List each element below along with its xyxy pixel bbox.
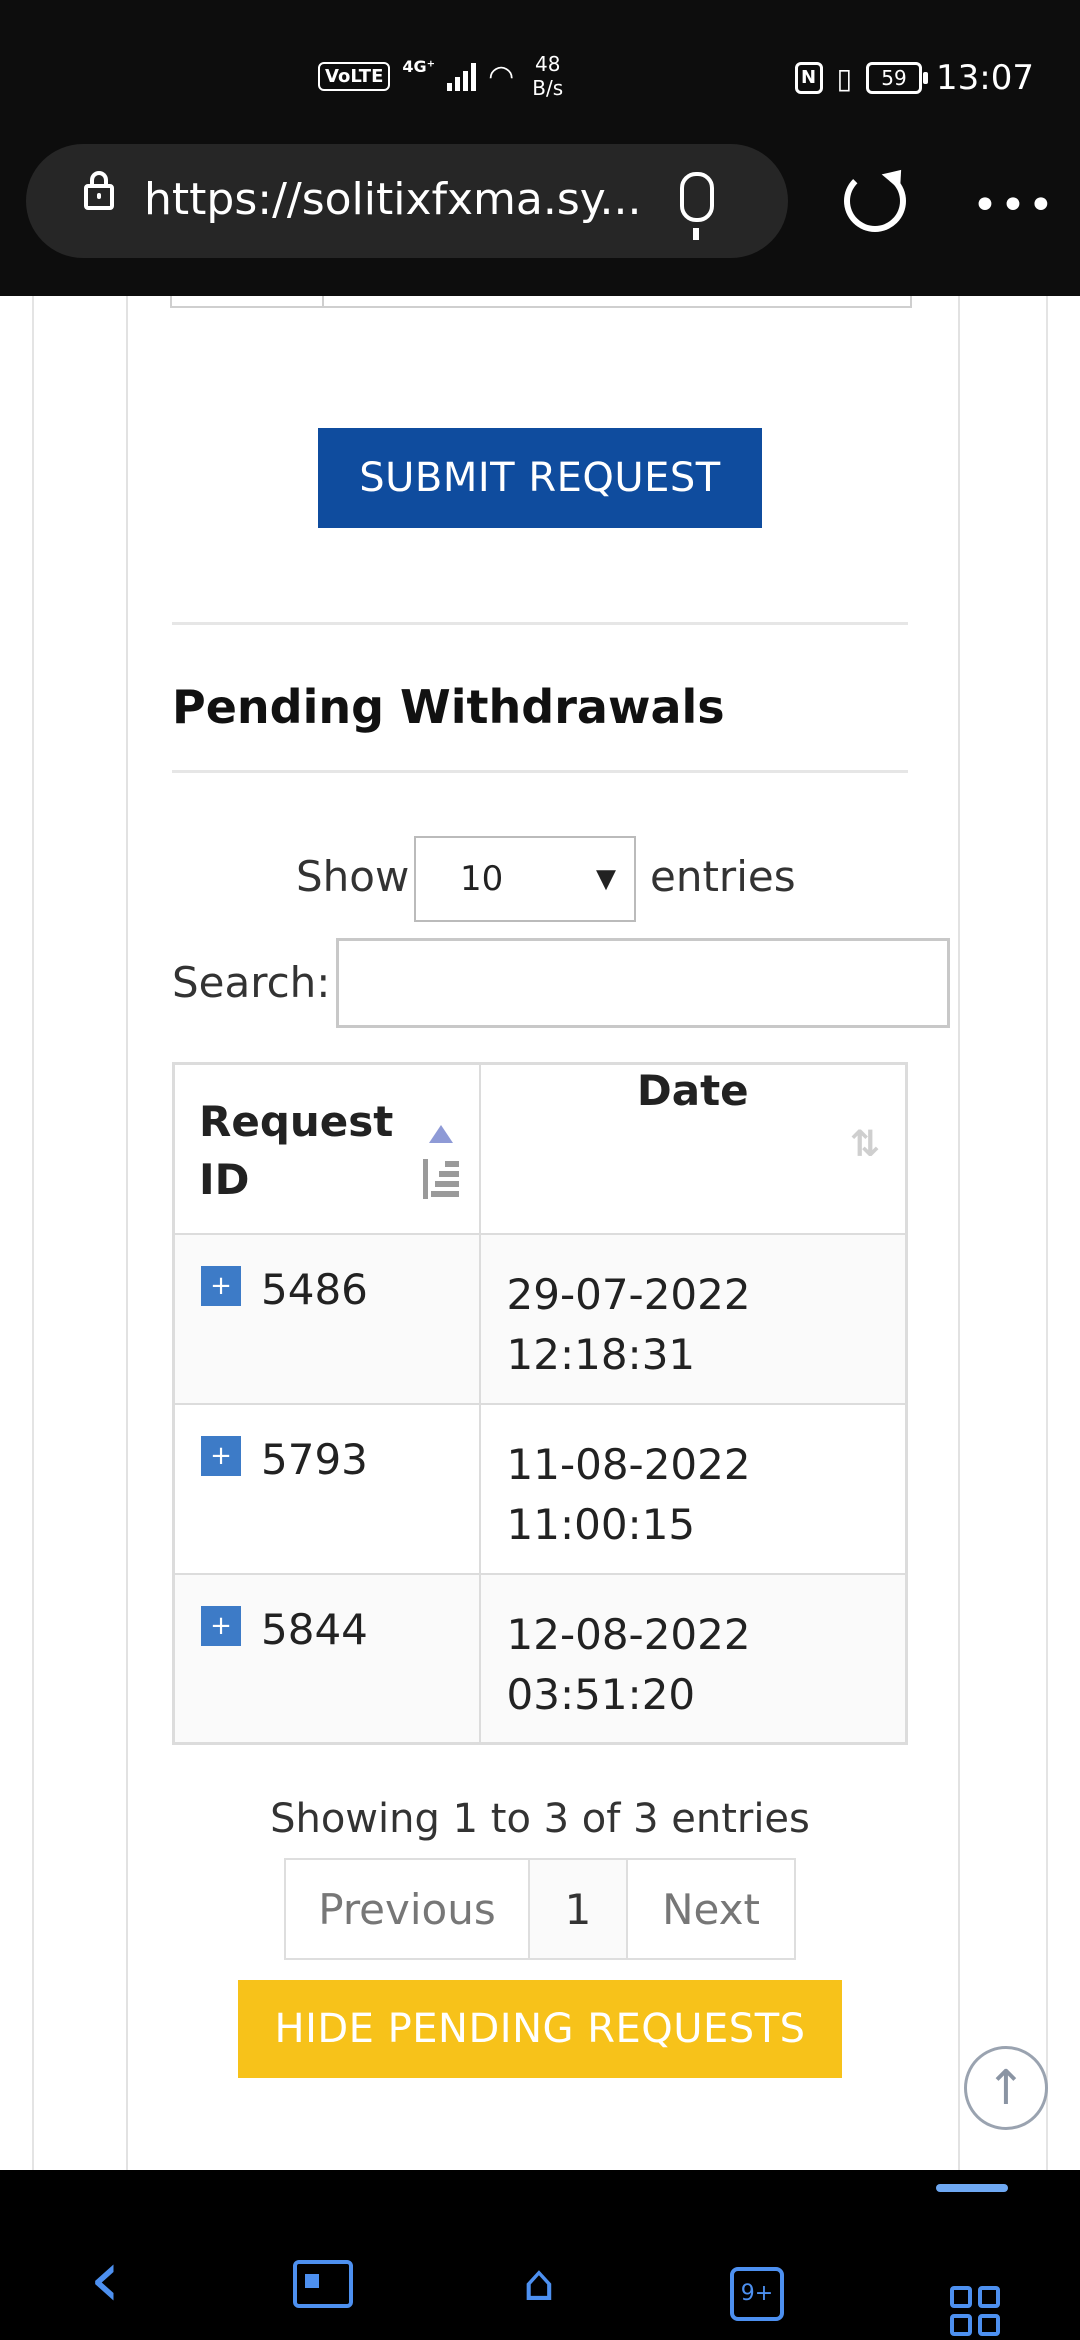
page-1-button[interactable]: 1 (530, 1860, 628, 1958)
table-info: Showing 1 to 3 of 3 entries (270, 1796, 810, 1842)
request-id: 5793 (261, 1434, 368, 1484)
address-bar[interactable]: https://solitixfxma.sy... (26, 144, 788, 258)
active-indicator (936, 2184, 1008, 2192)
date-value: 29-07-2022 (506, 1269, 751, 1319)
page-length-select[interactable]: 10 ▼ (414, 836, 636, 922)
table-header-row: Request ID Date ⇅ (172, 1062, 908, 1235)
network-speed: 48 B/s (532, 52, 563, 100)
scroll-to-top-icon[interactable]: ↑ (964, 2046, 1048, 2130)
mic-icon[interactable] (680, 172, 714, 240)
time-value: 11:00:15 (506, 1499, 696, 1549)
dropdown-caret-icon: ▼ (596, 864, 616, 894)
pagination: Previous 1 Next (284, 1858, 796, 1960)
request-id: 5486 (261, 1264, 368, 1314)
table-row[interactable]: +5793 11-08-2022 11:00:15 (172, 1402, 908, 1575)
time-value: 03:51:20 (506, 1669, 696, 1719)
date-value: 11-08-2022 (506, 1439, 751, 1489)
pending-withdrawals-table: Request ID Date ⇅ +5486 29-07-2022 12:18:… (172, 1062, 908, 1745)
signal-icon (447, 61, 477, 91)
date-cell: 11-08-2022 11:00:15 (478, 1402, 908, 1575)
page-border-left (32, 296, 34, 2170)
submit-request-button[interactable]: SUBMIT REQUEST (318, 428, 762, 528)
news-icon[interactable] (288, 2248, 358, 2318)
tabs-icon[interactable]: 9+ (722, 2248, 792, 2321)
nfc-icon: N (794, 62, 823, 94)
network-type: 4G⁺ (402, 56, 436, 76)
search-label: Search: (172, 958, 331, 1007)
status-right: N ▯ 59 13:07 (794, 58, 1034, 98)
sort-ascending-icon (419, 1125, 459, 1205)
previous-page-button[interactable]: Previous (286, 1860, 530, 1958)
date-cell: 29-07-2022 12:18:31 (478, 1232, 908, 1405)
status-network: VoLTE 4G⁺ ◠ 48 B/s (318, 52, 563, 100)
vibrate-icon: ▯ (836, 61, 853, 95)
bottom-navigation: ‹ ⌂ 9+ (0, 2170, 1080, 2340)
hide-pending-requests-button[interactable]: HIDE PENDING REQUESTS (238, 1980, 842, 2078)
tabs-count: 9+ (730, 2267, 784, 2321)
battery-icon: 59 (866, 62, 929, 94)
lock-icon (84, 171, 114, 210)
expand-icon[interactable]: + (201, 1606, 241, 1646)
table-row[interactable]: +5486 29-07-2022 12:18:31 (172, 1232, 908, 1405)
wifi-icon: ◠ (488, 58, 515, 94)
search-input[interactable] (336, 938, 950, 1028)
status-bar: VoLTE 4G⁺ ◠ 48 B/s N ▯ 59 13:07 (0, 0, 1080, 140)
request-id: 5844 (261, 1604, 368, 1654)
top-bar: VoLTE 4G⁺ ◠ 48 B/s N ▯ 59 13:07 https://… (0, 0, 1080, 296)
request-id-cell: +5486 (172, 1232, 481, 1405)
table-row[interactable]: +5844 12-08-2022 03:51:20 (172, 1572, 908, 1745)
page-length-value: 10 (460, 859, 504, 899)
url-text[interactable]: https://solitixfxma.sy... (144, 174, 664, 225)
reload-icon[interactable] (844, 170, 906, 232)
home-icon[interactable]: ⌂ (504, 2248, 574, 2318)
column-label: Request ID (199, 1097, 394, 1204)
section-title: Pending Withdrawals (172, 680, 725, 734)
time-value: 12:18:31 (506, 1329, 696, 1379)
request-id-cell: +5793 (172, 1402, 481, 1575)
show-label: Show (296, 852, 410, 901)
request-id-cell: +5844 (172, 1572, 481, 1745)
column-label: Date (636, 1066, 749, 1115)
column-header-date[interactable]: Date ⇅ (478, 1062, 908, 1235)
divider (172, 622, 908, 625)
speed-unit: B/s (532, 76, 564, 100)
expand-icon[interactable]: + (201, 1436, 241, 1476)
date-cell: 12-08-2022 03:51:20 (478, 1572, 908, 1745)
column-header-request-id[interactable]: Request ID (172, 1062, 481, 1235)
next-page-button[interactable]: Next (628, 1860, 794, 1958)
menu-icon[interactable] (940, 2248, 1010, 2336)
page-border-right (1046, 296, 1048, 2170)
clock: 13:07 (936, 58, 1034, 98)
volte-badge: VoLTE (318, 61, 391, 91)
back-icon[interactable]: ‹ (70, 2239, 140, 2319)
more-menu-icon[interactable]: ••• (972, 180, 1056, 231)
sort-both-icon: ⇅ (849, 1124, 881, 1165)
entries-label: entries (650, 852, 796, 901)
expand-icon[interactable]: + (201, 1266, 241, 1306)
title-underline (172, 770, 908, 773)
speed-value: 48 (535, 52, 561, 76)
date-value: 12-08-2022 (506, 1609, 751, 1659)
